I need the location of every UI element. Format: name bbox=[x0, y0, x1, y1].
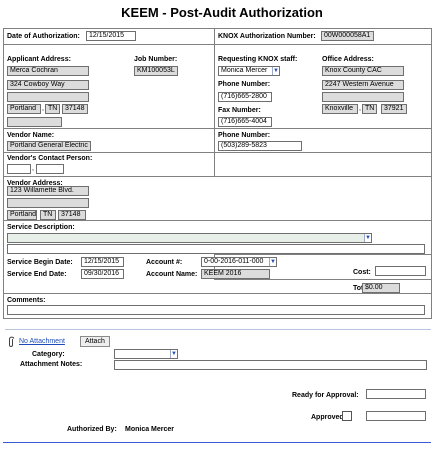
attachment-notes-field[interactable] bbox=[114, 360, 427, 370]
authorized-by-value: Monica Mercer bbox=[125, 426, 175, 433]
divider bbox=[3, 293, 432, 294]
divider bbox=[3, 176, 432, 177]
applicant-line2-field bbox=[7, 92, 89, 102]
service-desc-select[interactable]: ▼ bbox=[7, 233, 372, 243]
staff-select[interactable]: Monica Mercer ▼ bbox=[218, 66, 280, 76]
section-divider bbox=[5, 329, 431, 330]
category-select[interactable]: ▼ bbox=[114, 349, 178, 359]
auth-number-field: 00W000058A1 bbox=[321, 31, 374, 41]
divider bbox=[214, 152, 215, 176]
authorized-by-label: Authorized By: bbox=[67, 426, 117, 433]
divider bbox=[3, 220, 432, 221]
chevron-down-icon[interactable]: ▼ bbox=[272, 67, 279, 75]
account-label: Account #: bbox=[146, 259, 183, 266]
staff-select-value: Monica Mercer bbox=[221, 67, 268, 74]
cost-label: Cost: bbox=[353, 269, 371, 276]
vendor-phone-field[interactable]: (503)289-5823 bbox=[218, 141, 302, 151]
cost-field[interactable] bbox=[375, 266, 426, 276]
auth-date-field[interactable]: 12/15/2015 bbox=[86, 31, 136, 41]
divider bbox=[214, 28, 215, 44]
page-title: KEEM - Post-Audit Authorization bbox=[121, 5, 323, 20]
office-state-field: TN bbox=[362, 104, 377, 114]
vendor-street-field: 123 Willamette Blvd. bbox=[7, 186, 89, 196]
applicant-zip-field: 37148 bbox=[62, 104, 88, 114]
chevron-down-icon[interactable]: ▼ bbox=[269, 258, 276, 266]
vendor-line2-field bbox=[7, 198, 89, 208]
vendor-name-label: Vendor Name: bbox=[7, 132, 55, 139]
vendor-zip-field: 37148 bbox=[58, 210, 86, 220]
service-begin-label: Service Begin Date: bbox=[7, 259, 73, 266]
ready-for-approval-label: Ready for Approval: bbox=[292, 392, 359, 399]
job-number-label: Job Number: bbox=[134, 56, 178, 63]
office-street-field: 2247 Western Avenue bbox=[322, 80, 404, 90]
comments-field[interactable] bbox=[7, 305, 425, 315]
chevron-down-icon[interactable]: ▼ bbox=[170, 350, 177, 358]
service-end-field[interactable]: 09/30/2016 bbox=[81, 269, 124, 279]
service-desc-label: Service Description: bbox=[7, 224, 75, 231]
office-zip-field: 37921 bbox=[381, 104, 407, 114]
applicant-extra-field bbox=[7, 117, 62, 127]
divider bbox=[214, 44, 215, 152]
office-line2-field bbox=[322, 92, 404, 102]
divider bbox=[214, 279, 432, 280]
applicant-label: Applicant Address: bbox=[7, 56, 71, 63]
divider bbox=[3, 152, 432, 153]
office-city-field: Knoxville bbox=[322, 104, 358, 114]
staff-phone-field[interactable]: (716)665-2800 bbox=[218, 92, 272, 102]
divider bbox=[214, 254, 432, 255]
attachment-notes-label: Attachment Notes: bbox=[20, 361, 83, 368]
applicant-name-field: Merca Cochran bbox=[7, 66, 89, 76]
vendor-contact-label: Vendor's Contact Person: bbox=[7, 155, 93, 162]
applicant-city-field: Portland bbox=[7, 104, 41, 114]
account-select-value: 0-00-2016-011-000 bbox=[204, 258, 264, 265]
account-name-label: Account Name: bbox=[146, 271, 198, 278]
approved-checkbox[interactable] bbox=[342, 411, 352, 421]
staff-phone-label: Phone Number: bbox=[218, 81, 271, 88]
divider bbox=[3, 44, 432, 45]
no-attachment-link[interactable]: No Attachment bbox=[19, 338, 65, 345]
office-name-field: Knox County CAC bbox=[322, 66, 404, 76]
ready-for-approval-field[interactable] bbox=[366, 389, 426, 399]
staff-fax-label: Fax Number: bbox=[218, 107, 261, 114]
vendor-city-field: Portland bbox=[7, 210, 37, 220]
bottom-rule bbox=[3, 442, 431, 443]
vendor-name-field: Portland General Electric bbox=[7, 141, 91, 151]
vendor-contact-first-field[interactable] bbox=[7, 164, 31, 174]
service-begin-field[interactable]: 12/15/2015 bbox=[81, 257, 124, 267]
staff-fax-field[interactable]: (716)665-4004 bbox=[218, 117, 272, 127]
category-label: Category: bbox=[32, 351, 65, 358]
service-end-label: Service End Date: bbox=[7, 271, 67, 278]
total-field: $0.00 bbox=[362, 283, 400, 293]
office-label: Office Address: bbox=[322, 56, 374, 63]
chevron-down-icon[interactable]: ▼ bbox=[364, 234, 371, 242]
auth-date-label: Date of Authorization: bbox=[7, 33, 80, 40]
comments-label: Comments: bbox=[7, 297, 46, 304]
auth-number-label: KNOX Authorization Number: bbox=[218, 33, 316, 40]
applicant-street-field: 324 Cowboy Way bbox=[7, 80, 89, 90]
job-number-field: KM100053L bbox=[134, 66, 178, 76]
vendor-contact-last-field[interactable] bbox=[36, 164, 64, 174]
applicant-state-field: TN bbox=[45, 104, 60, 114]
paperclip-icon bbox=[7, 336, 15, 348]
account-name-field: KEEM 2016 bbox=[201, 269, 270, 279]
staff-label: Requesting KNOX staff: bbox=[218, 56, 298, 63]
vendor-phone-label: Phone Number: bbox=[218, 132, 271, 139]
vendor-state-field: TN bbox=[40, 210, 56, 220]
service-desc-text-field[interactable] bbox=[7, 244, 425, 254]
divider bbox=[3, 128, 432, 129]
account-select[interactable]: 0-00-2016-011-000 ▼ bbox=[201, 257, 277, 267]
attach-button[interactable]: Attach bbox=[80, 336, 110, 347]
approved-field[interactable] bbox=[366, 411, 426, 421]
